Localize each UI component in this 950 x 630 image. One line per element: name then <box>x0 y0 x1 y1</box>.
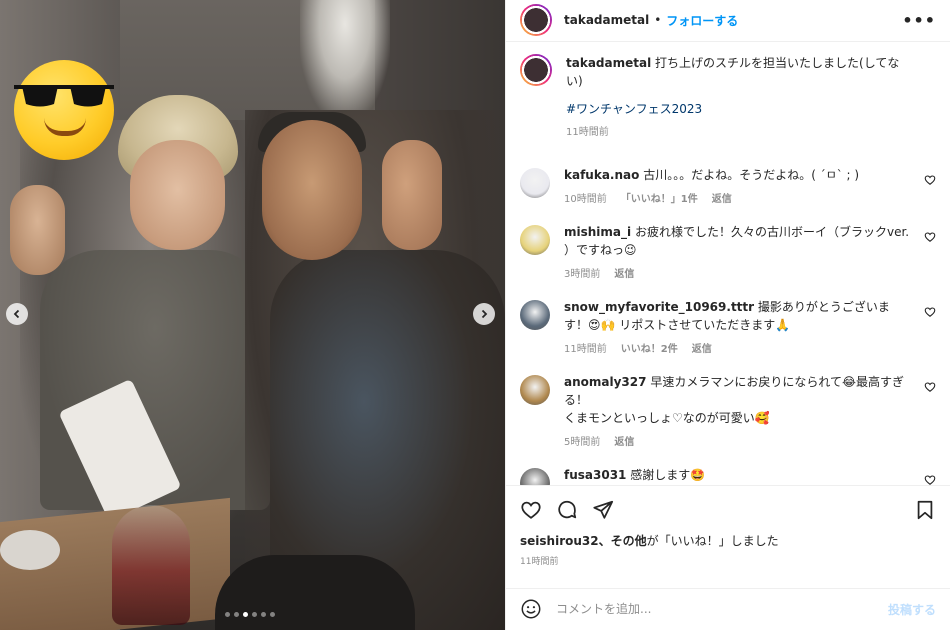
more-options-icon[interactable]: ••• <box>902 11 936 30</box>
carousel-dot <box>234 612 239 617</box>
photo-plate <box>0 530 60 570</box>
comment-reply-button[interactable]: 返信 <box>614 265 634 280</box>
bookmark-icon[interactable] <box>914 499 936 521</box>
caption-text: takadametal 打ち上げのスチルを担当いたしました(してない) <box>566 54 912 90</box>
caption: takadametal 打ち上げのスチルを担当いたしました(してない) #ワンチ… <box>520 53 936 138</box>
emoji-picker-icon[interactable] <box>520 598 542 620</box>
author-username[interactable]: takadametal <box>564 13 649 27</box>
caption-username[interactable]: takadametal <box>566 56 651 70</box>
comment-like-count[interactable]: 「いいね！」1件 <box>621 190 698 205</box>
comment-like-count[interactable]: いいね！2件 <box>621 340 678 355</box>
sunglasses-emoji-sticker <box>14 60 114 160</box>
comment-input[interactable] <box>556 602 888 617</box>
comment-item: snow_myfavorite_10969.tttr 撮影ありがとうございます！… <box>520 298 936 355</box>
comment-body: 古川。。。だよね。そうだよね。( ´ㅁ` ; ) <box>643 167 860 182</box>
comment-like-heart-icon[interactable] <box>924 474 936 486</box>
follow-button[interactable]: フォローする <box>666 12 738 29</box>
comment-avatar[interactable] <box>520 224 550 255</box>
comment-time: 5時間前 <box>564 436 601 448</box>
comment-text: anomaly327 早速カメラマンにお戻りになられて😂最高すぎる！ くまモンと… <box>564 373 912 427</box>
share-paper-plane-icon[interactable] <box>592 499 614 521</box>
photo-face-left <box>130 140 225 250</box>
carousel-dots <box>225 612 275 617</box>
comment-username[interactable]: kafuka.nao <box>564 168 639 182</box>
comment-item: fusa3031 感謝します🤩 8時間前 返信 <box>520 466 936 486</box>
comment-time: 10時間前 <box>564 193 607 205</box>
comment-avatar[interactable] <box>520 467 550 486</box>
comment-item: kafuka.nao 古川。。。だよね。そうだよね。( ´ㅁ` ; ) 10時間… <box>520 166 936 205</box>
comment-meta: 5時間前 返信 <box>564 433 912 448</box>
post-comment-button[interactable]: 投稿する <box>888 601 936 618</box>
chevron-left-icon <box>13 309 20 319</box>
instagram-post: takadametal • フォローする ••• takadametal 打ち上… <box>0 0 950 630</box>
comment-avatar[interactable] <box>520 374 550 405</box>
comment-like-heart-icon[interactable] <box>924 306 936 318</box>
liked-by-suffix: が「いいね！」しました <box>646 534 779 549</box>
comment-reply-button[interactable]: 返信 <box>692 340 712 355</box>
comment-meta: 3時間前 返信 <box>564 265 912 280</box>
carousel-prev-button[interactable] <box>6 303 28 325</box>
photo-wine-glass <box>112 505 190 625</box>
comment-like-heart-icon[interactable] <box>924 381 936 393</box>
comment-text: kafuka.nao 古川。。。だよね。そうだよね。( ´ㅁ` ; ) <box>564 166 912 184</box>
comment-time: 11時間前 <box>564 343 607 355</box>
comment-username[interactable]: anomaly327 <box>564 375 646 389</box>
photo-chair <box>215 555 415 630</box>
comment-meta: 11時間前 いいね！2件 返信 <box>564 340 912 355</box>
action-icon-row <box>520 496 936 524</box>
header-separator: • <box>654 13 662 28</box>
carousel-dot <box>243 612 248 617</box>
comment-item: anomaly327 早速カメラマンにお戻りになられて😂最高すぎる！ くまモンと… <box>520 373 936 448</box>
comment-text: snow_myfavorite_10969.tttr 撮影ありがとうございます！… <box>564 298 912 334</box>
comment-meta: 10時間前 「いいね！」1件 返信 <box>564 190 912 205</box>
carousel-next-button[interactable] <box>473 303 495 325</box>
comment-text: fusa3031 感謝します🤩 <box>564 466 912 484</box>
comment-like-heart-icon[interactable] <box>924 231 936 243</box>
comment-username[interactable]: fusa3031 <box>564 468 626 482</box>
comment-username[interactable]: snow_myfavorite_10969.tttr <box>564 300 754 314</box>
comment-reply-button[interactable]: 返信 <box>712 190 732 205</box>
like-heart-icon[interactable] <box>520 499 542 521</box>
carousel-dot <box>225 612 230 617</box>
comment-reply-button[interactable]: 返信 <box>614 433 634 448</box>
photo-thumbs-up <box>382 140 442 250</box>
photo-peace-hand <box>10 185 65 275</box>
liked-by-user[interactable]: seishirou32、 <box>520 534 611 548</box>
emoji-smile <box>44 118 86 136</box>
caption-hashtag[interactable]: #ワンチャンフェス2023 <box>566 100 912 117</box>
post-side-panel: takadametal • フォローする ••• takadametal 打ち上… <box>505 0 950 630</box>
chevron-right-icon <box>481 309 488 319</box>
add-comment-bar: 投稿する <box>506 587 950 630</box>
comment-list[interactable]: takadametal 打ち上げのスチルを担当いたしました(してない) #ワンチ… <box>506 42 950 486</box>
carousel-dot <box>252 612 257 617</box>
comment-body: 感謝します🤩 <box>630 467 706 482</box>
caption-meta: 11時間前 <box>566 123 912 138</box>
comment-username[interactable]: mishima_i <box>564 225 631 239</box>
comment-time: 3時間前 <box>564 268 601 280</box>
caption-author-avatar[interactable] <box>520 53 552 86</box>
author-avatar[interactable] <box>520 4 552 37</box>
liked-by-text[interactable]: seishirou32、その他が「いいね！」しました <box>520 532 936 549</box>
photo-lamp <box>300 0 390 120</box>
post-header: takadametal • フォローする ••• <box>506 0 950 42</box>
caption-time: 11時間前 <box>566 126 609 138</box>
post-actions: seishirou32、その他が「いいね！」しました 11時間前 <box>506 485 950 587</box>
post-timestamp[interactable]: 11時間前 <box>520 554 936 567</box>
comment-avatar[interactable] <box>520 299 550 330</box>
photo-face-right <box>262 120 362 260</box>
carousel-dot <box>261 612 266 617</box>
carousel-dot <box>270 612 275 617</box>
comment-like-heart-icon[interactable] <box>924 174 936 186</box>
comments-container: kafuka.nao 古川。。。だよね。そうだよね。( ´ㅁ` ; ) 10時間… <box>520 166 936 486</box>
post-photo[interactable] <box>0 0 505 630</box>
comment-icon[interactable] <box>556 499 578 521</box>
comment-avatar[interactable] <box>520 167 550 198</box>
comment-text: mishima_i お疲れ様でした！久々の古川ボーイ（ブラックver. ）ですね… <box>564 223 912 259</box>
liked-by-others[interactable]: その他 <box>611 534 647 548</box>
comment-item: mishima_i お疲れ様でした！久々の古川ボーイ（ブラックver. ）ですね… <box>520 223 936 280</box>
sunglasses-icon <box>14 85 114 107</box>
